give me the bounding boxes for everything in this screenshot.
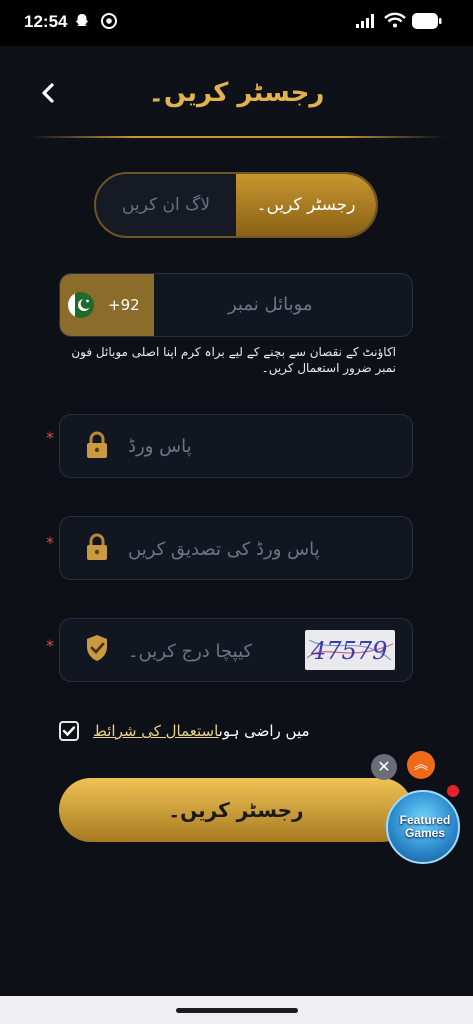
confirm-password-input-placeholder: پاس ورڈ کی تصدیق کریں	[128, 539, 320, 560]
terms-link[interactable]: استعمال کی شرائط	[93, 722, 219, 740]
pakistan-flag-icon	[68, 292, 94, 318]
header-divider	[30, 136, 444, 138]
page-title: رجسٹر کریں۔	[148, 78, 325, 108]
captcha-code: 47579	[310, 637, 387, 665]
featured-word: Featured	[399, 813, 451, 827]
captcha-graphic: 47579	[306, 637, 394, 665]
country-code: +92	[108, 296, 140, 314]
tab-register[interactable]: رجسٹر کریں۔	[236, 174, 376, 236]
chrome-icon	[101, 13, 117, 29]
terms-agreement: میں راضی ہوںاستعمال کی شرائط	[59, 718, 349, 748]
close-icon[interactable]: ✕	[371, 754, 397, 780]
lock-icon	[87, 431, 107, 458]
terms-checkbox[interactable]	[59, 721, 79, 741]
required-marker: *	[46, 636, 54, 655]
required-marker: *	[46, 533, 54, 552]
snapchat-icon	[75, 14, 89, 26]
lock-icon	[87, 533, 107, 560]
featured-games-badge[interactable]: Featured Games	[386, 790, 460, 864]
terms-text: میں راضی ہوںاستعمال کی شرائط	[93, 722, 310, 740]
battery-icon	[412, 13, 442, 29]
password-field[interactable]: پاس ورڈ	[59, 414, 413, 478]
status-bar: 12:54	[0, 0, 473, 46]
shield-check-icon	[87, 635, 107, 661]
captcha-image[interactable]: 47579	[305, 630, 395, 670]
featured-games-text: Featured Games	[388, 814, 462, 840]
games-word: Games	[404, 826, 446, 840]
country-code-selector[interactable]: +92	[60, 274, 154, 336]
checkmark-icon	[62, 726, 76, 737]
required-marker: *	[46, 428, 54, 447]
captcha-input-placeholder: کیپچا درج کریں۔	[128, 641, 253, 662]
phone-input-placeholder: موبائل نمبر	[228, 294, 313, 315]
phone-hint-text: اکاؤنٹ کے نقصان سے بچنے کے لیے براہ کرم …	[71, 345, 396, 375]
password-input-placeholder: پاس ورڈ	[128, 436, 192, 457]
status-time: 12:54	[24, 12, 68, 31]
signal-icon	[356, 14, 374, 28]
home-indicator[interactable]	[176, 1008, 298, 1013]
auth-tab-toggle: لاگ ان کریں رجسٹر کریں۔	[94, 172, 378, 238]
notification-dot	[447, 785, 459, 797]
chevron-up-icon[interactable]: ︽	[407, 751, 435, 779]
phone-field[interactable]: +92 موبائل نمبر	[59, 273, 413, 337]
confirm-password-field[interactable]: پاس ورڈ کی تصدیق کریں	[59, 516, 413, 580]
register-button[interactable]: رجسٹر کریں۔	[59, 778, 413, 842]
terms-prefix: میں راضی ہوں	[218, 722, 310, 740]
wifi-icon	[384, 12, 406, 28]
tab-login[interactable]: لاگ ان کریں	[96, 174, 236, 236]
